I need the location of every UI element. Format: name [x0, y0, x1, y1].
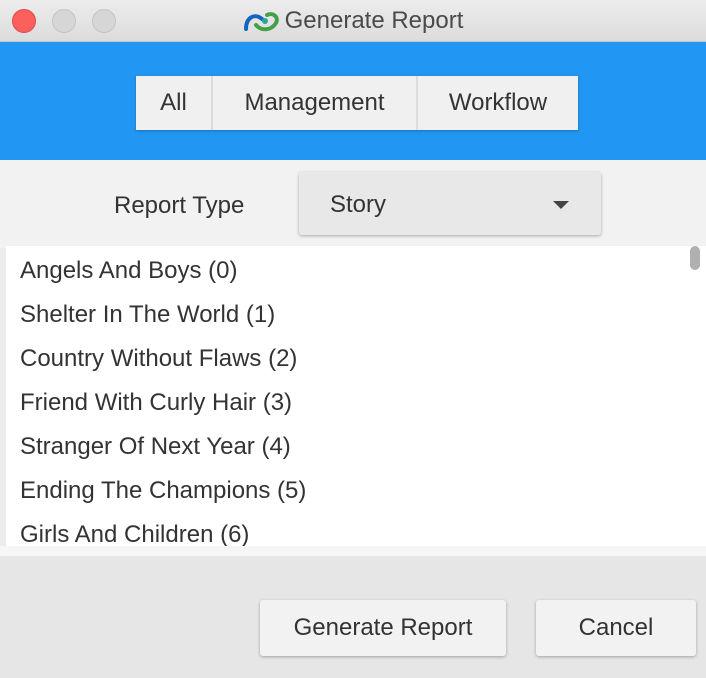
tab-all[interactable]: All — [136, 76, 213, 130]
window-title: Generate Report — [284, 7, 464, 34]
cancel-button[interactable]: Cancel — [536, 600, 696, 656]
category-segmented-control: All Management Workflow — [136, 76, 578, 130]
report-list[interactable]: Angels And Boys (0) Shelter In The World… — [6, 246, 706, 546]
report-type-value: Story — [330, 191, 387, 218]
title-wrap: Generate Report — [0, 0, 706, 42]
category-bar: All Management Workflow — [0, 42, 706, 160]
report-type-label: Report Type — [114, 192, 245, 219]
list-divider — [0, 546, 706, 556]
list-item[interactable]: Ending The Champions (5) — [6, 469, 706, 513]
list-item[interactable]: Girls And Children (6) — [6, 513, 706, 546]
list-item[interactable]: Friend With Curly Hair (3) — [6, 381, 706, 425]
list-item[interactable]: Angels And Boys (0) — [6, 249, 706, 293]
tab-workflow[interactable]: Workflow — [418, 76, 578, 130]
list-item[interactable]: Stranger Of Next Year (4) — [6, 425, 706, 469]
list-scrollbar[interactable] — [690, 246, 700, 270]
list-item[interactable]: Country Without Flaws (2) — [6, 337, 706, 381]
report-type-row: Report Type Story — [0, 160, 706, 248]
chevron-down-icon — [553, 201, 569, 209]
list-item[interactable]: Shelter In The World (1) — [6, 293, 706, 337]
tab-management[interactable]: Management — [213, 76, 418, 130]
app-logo-icon — [243, 12, 279, 32]
generate-report-window: Generate Report All Management Workflow … — [0, 0, 706, 678]
generate-report-button[interactable]: Generate Report — [260, 600, 506, 656]
footer: Generate Report Cancel — [0, 556, 706, 678]
report-type-select[interactable]: Story — [299, 172, 601, 235]
title-bar: Generate Report — [0, 0, 706, 42]
